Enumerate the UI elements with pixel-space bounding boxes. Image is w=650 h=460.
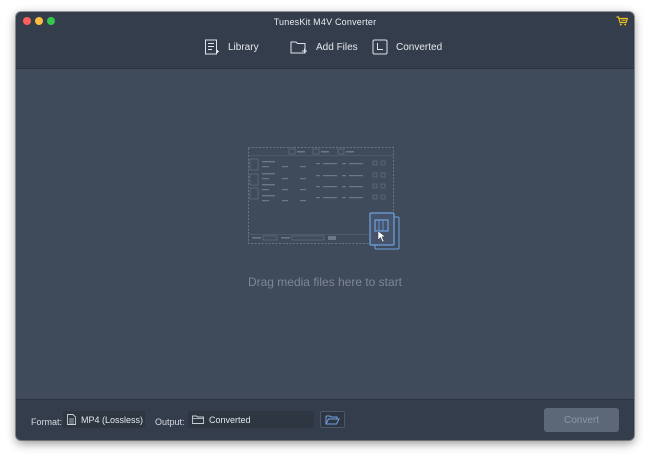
add-files-icon [290, 41, 307, 54]
format-label: Format: [31, 417, 63, 427]
converted-icon [372, 39, 388, 55]
output-value: Converted [209, 414, 251, 425]
library-icon [205, 39, 219, 55]
convert-button[interactable]: Convert [544, 408, 619, 432]
cart-icon[interactable] [616, 16, 628, 26]
title-bar: TunesKit M4V Converter Library Add Files… [16, 12, 634, 69]
file-icon [67, 414, 76, 425]
folder-icon [192, 415, 204, 424]
drop-hint: Drag media files here to start [247, 275, 403, 289]
output-path-field[interactable]: Converted [188, 411, 314, 428]
format-value: MP4 (Lossless) [81, 414, 144, 425]
output-label: Output: [155, 417, 185, 427]
drop-area[interactable]: Drag media files here to start [16, 69, 634, 399]
library-label: Library [228, 41, 259, 53]
library-button[interactable]: Library [204, 38, 259, 56]
add-files-button[interactable]: Add Files [290, 38, 358, 56]
add-files-label: Add Files [316, 41, 358, 53]
open-folder-icon [325, 415, 340, 424]
format-selector[interactable]: MP4 (Lossless) [63, 411, 145, 428]
bottom-bar: Format: MP4 (Lossless) Output: Converted [16, 399, 634, 440]
browse-output-button[interactable] [320, 411, 345, 428]
drag-drop-illustration-icon [248, 147, 400, 250]
window-title: TunesKit M4V Converter [273, 17, 377, 27]
app-window: TunesKit M4V Converter Library Add Files… [16, 12, 634, 440]
converted-button[interactable]: Converted [372, 38, 442, 56]
converted-label: Converted [396, 41, 443, 53]
